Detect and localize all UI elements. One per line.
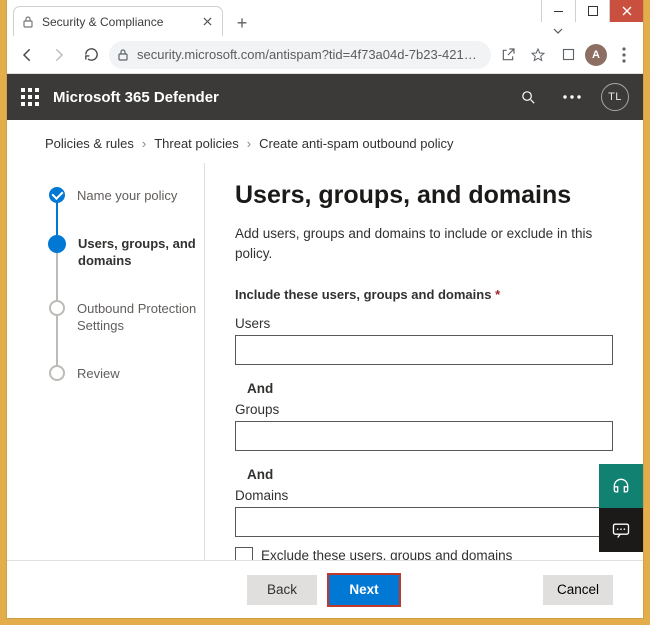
users-label: Users: [235, 316, 613, 331]
step-pending-icon: [49, 365, 65, 381]
step-done-icon: [49, 187, 65, 203]
window-dropdown-icon[interactable]: [550, 26, 565, 36]
page-title: Users, groups, and domains: [235, 181, 613, 210]
page-subtitle: Add users, groups and domains to include…: [235, 224, 595, 265]
step-name-policy[interactable]: Name your policy: [49, 187, 204, 235]
user-avatar[interactable]: TL: [601, 83, 629, 111]
user-initials: TL: [608, 91, 622, 103]
new-tab-button[interactable]: +: [229, 10, 255, 36]
back-button[interactable]: [13, 41, 41, 69]
step-label: Review: [77, 365, 120, 383]
forward-button[interactable]: [45, 41, 73, 69]
window-close-button[interactable]: [609, 0, 643, 22]
cancel-button[interactable]: Cancel: [543, 575, 613, 605]
step-label: Name your policy: [77, 187, 177, 205]
domains-field: Domains: [235, 488, 613, 537]
and-separator: And: [235, 375, 613, 402]
and-separator: And: [235, 461, 613, 488]
more-icon[interactable]: [557, 82, 587, 112]
crumb-threat-policies[interactable]: Threat policies: [154, 136, 239, 151]
browser-tab[interactable]: Security & Compliance: [13, 6, 223, 36]
step-outbound-protection[interactable]: Outbound Protection Settings: [49, 300, 204, 365]
chevron-right-icon: ›: [247, 136, 251, 151]
breadcrumb: Policies & rules › Threat policies › Cre…: [7, 120, 643, 163]
site-lock-icon: [117, 48, 131, 62]
lock-icon: [22, 15, 36, 29]
groups-input[interactable]: [235, 421, 613, 451]
tab-close-icon[interactable]: [200, 15, 214, 29]
step-pending-icon: [49, 300, 65, 316]
search-icon[interactable]: [513, 82, 543, 112]
profile-initial: A: [592, 49, 600, 61]
kebab-menu-icon[interactable]: [611, 42, 637, 68]
app-title: Microsoft 365 Defender: [53, 89, 499, 106]
domains-label: Domains: [235, 488, 613, 503]
extensions-icon[interactable]: [555, 42, 581, 68]
users-input[interactable]: [235, 335, 613, 365]
groups-field: Groups: [235, 402, 613, 451]
chevron-right-icon: ›: [142, 136, 146, 151]
star-icon[interactable]: [525, 42, 551, 68]
browser-toolbar: security.microsoft.com/antispam?tid=4f73…: [7, 36, 643, 74]
domains-input[interactable]: [235, 507, 613, 537]
wizard-footer: Back Next Cancel: [7, 560, 643, 618]
include-section-label: Include these users, groups and domains …: [235, 287, 613, 302]
wizard-content: Users, groups, and domains Add users, gr…: [205, 163, 643, 615]
address-bar[interactable]: security.microsoft.com/antispam?tid=4f73…: [109, 41, 491, 69]
crumb-policies-rules[interactable]: Policies & rules: [45, 136, 134, 151]
wizard-stepper: Name your policy Users, groups, and doma…: [7, 163, 205, 615]
window-maximize-button[interactable]: [575, 0, 609, 22]
browser-profile-avatar[interactable]: A: [585, 44, 607, 66]
url-text: security.microsoft.com/antispam?tid=4f73…: [137, 47, 483, 62]
help-button[interactable]: [599, 464, 643, 508]
step-current-icon: [48, 235, 66, 253]
app-launcher-icon[interactable]: [21, 88, 39, 106]
step-label: Users, groups, and domains: [78, 235, 198, 270]
browser-tab-title: Security & Compliance: [42, 15, 194, 29]
share-icon[interactable]: [495, 42, 521, 68]
next-button[interactable]: Next: [329, 575, 399, 605]
crumb-current: Create anti-spam outbound policy: [259, 136, 453, 151]
step-review[interactable]: Review: [49, 365, 204, 413]
step-users-groups-domains[interactable]: Users, groups, and domains: [49, 235, 204, 300]
app-header: Microsoft 365 Defender TL: [7, 74, 643, 120]
feedback-button[interactable]: [599, 508, 643, 552]
users-field: Users: [235, 316, 613, 365]
step-label: Outbound Protection Settings: [77, 300, 197, 335]
reload-button[interactable]: [77, 41, 105, 69]
window-minimize-button[interactable]: [541, 0, 575, 22]
groups-label: Groups: [235, 402, 613, 417]
back-button[interactable]: Back: [247, 575, 317, 605]
